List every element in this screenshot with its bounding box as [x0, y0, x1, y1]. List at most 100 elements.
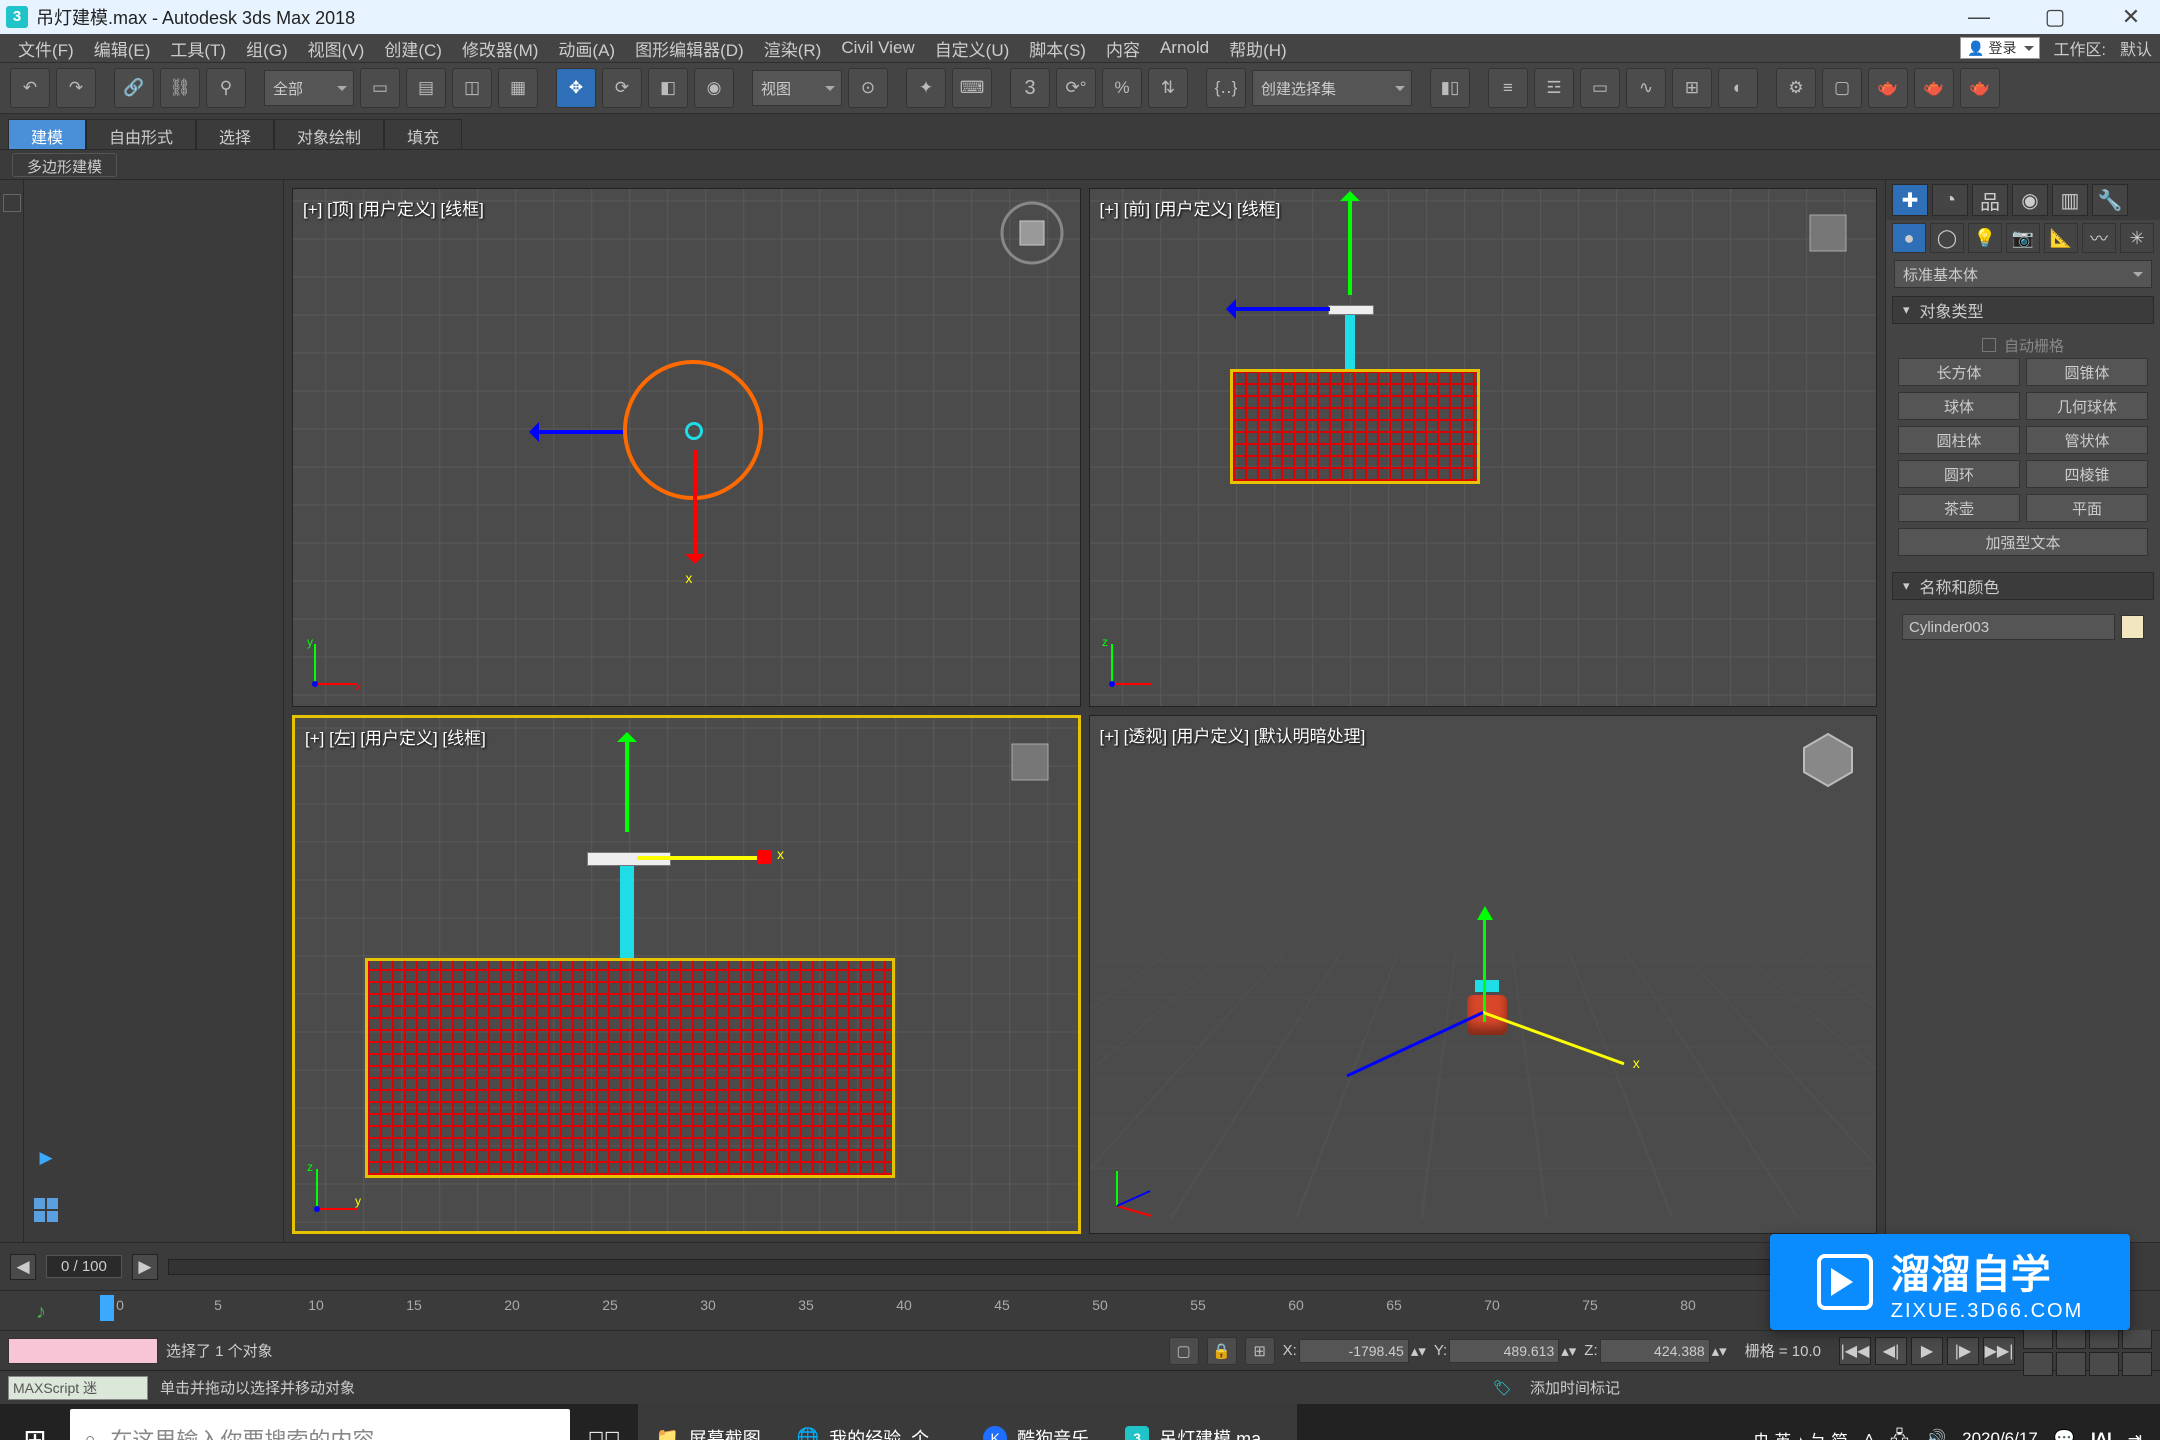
ref-coord-dropdown[interactable]: 视图	[752, 70, 842, 106]
ribbon-sub-polymodel[interactable]: 多边形建模	[12, 153, 117, 177]
menu-animation[interactable]: 动画(A)	[548, 34, 625, 63]
obj-box[interactable]: 长方体	[1898, 358, 2020, 386]
coord-y[interactable]: 489.613	[1449, 1339, 1559, 1363]
tab-create[interactable]: ✚	[1892, 184, 1928, 216]
nav-pan[interactable]	[2056, 1352, 2086, 1376]
cat-systems[interactable]: ✳	[2120, 223, 2154, 253]
task-explorer[interactable]: 📁屏幕截图	[638, 1404, 778, 1440]
bind-button[interactable]: ⚲	[206, 68, 246, 108]
undo-button[interactable]: ↶	[10, 68, 50, 108]
cat-helpers[interactable]: 📐	[2044, 223, 2078, 253]
ribbon-tab-populate[interactable]: 填充	[384, 119, 462, 149]
viewcube-icon[interactable]	[1796, 728, 1860, 792]
goto-end-button[interactable]: ▶▶|	[1983, 1337, 2015, 1365]
snap-toggle-button[interactable]: 3	[1010, 68, 1050, 108]
time-slider-track[interactable]	[168, 1259, 1880, 1275]
task-browser[interactable]: 🌐我的经验_个…	[779, 1404, 965, 1440]
selection-lock-icon[interactable]: 🔒	[1207, 1337, 1237, 1365]
play-button[interactable]: ▶	[1911, 1337, 1943, 1365]
goto-start-button[interactable]: |◀◀	[1839, 1337, 1871, 1365]
cat-spacewarps[interactable]: 〰	[2082, 223, 2116, 253]
tray-collapse-icon[interactable]: ⇥	[2128, 1429, 2142, 1440]
menu-help[interactable]: 帮助(H)	[1219, 34, 1297, 63]
viewport-layout-icon[interactable]	[32, 1196, 60, 1224]
viewport-left[interactable]: [+] [左] [用户定义] [线框] x zy	[292, 715, 1081, 1234]
menu-tools[interactable]: 工具(T)	[160, 34, 236, 63]
menu-custom[interactable]: 自定义(U)	[925, 34, 1020, 63]
maxscript-mini-listener[interactable]: MAXScript 迷	[8, 1376, 148, 1400]
start-button[interactable]: ⊞	[0, 1404, 70, 1440]
object-name-input[interactable]	[1902, 614, 2115, 640]
mini-curve-icon[interactable]: ♪	[36, 1301, 46, 1324]
ribbon-tab-modeling[interactable]: 建模	[8, 119, 86, 149]
window-crossing-button[interactable]: ▦	[498, 68, 538, 108]
scene-explorer-strip[interactable]: ▶	[24, 180, 284, 1242]
menu-graph[interactable]: 图形编辑器(D)	[625, 34, 754, 63]
tray-extra-icon[interactable]: IΛI	[2091, 1429, 2112, 1440]
coord-x[interactable]: -1798.45	[1299, 1339, 1409, 1363]
obj-teapot[interactable]: 茶壶	[1898, 494, 2020, 522]
next-frame-button[interactable]: |▶	[1947, 1337, 1979, 1365]
tab-modify[interactable]: ◔	[1932, 184, 1968, 216]
object-color-swatch[interactable]	[2121, 615, 2144, 639]
slider-next-button[interactable]: ▶	[132, 1254, 158, 1280]
nav-max-toggle[interactable]	[2122, 1352, 2152, 1376]
ribbon-tab-select[interactable]: 选择	[196, 119, 274, 149]
scale-button[interactable]: ◧	[648, 68, 688, 108]
layer-explorer-button[interactable]: ☲	[1534, 68, 1574, 108]
workspace-value[interactable]: 默认	[2120, 36, 2152, 60]
menu-civilview[interactable]: Civil View	[831, 36, 924, 60]
viewport-top[interactable]: [+] [顶] [用户定义] [线框] x yx	[292, 188, 1081, 707]
add-time-marker[interactable]: 添加时间标记	[1530, 1377, 1620, 1398]
time-tag-icon[interactable]: 🏷	[1493, 1379, 1512, 1397]
pivot-button[interactable]: ⊙	[848, 68, 888, 108]
coord-z[interactable]: 424.388	[1600, 1339, 1710, 1363]
nav-field-of-view[interactable]	[2023, 1352, 2053, 1376]
slider-prev-button[interactable]: ◀	[10, 1254, 36, 1280]
viewcube-icon[interactable]	[998, 730, 1062, 794]
percent-snap-button[interactable]: %	[1102, 68, 1142, 108]
ribbon-tab-freeform[interactable]: 自由形式	[86, 119, 196, 149]
obj-tube[interactable]: 管状体	[2026, 426, 2148, 454]
select-region-button[interactable]: ◫	[452, 68, 492, 108]
viewcube-icon[interactable]	[1796, 201, 1860, 265]
unlink-button[interactable]: ⛓	[160, 68, 200, 108]
toggle-ribbon-button[interactable]: ▭	[1580, 68, 1620, 108]
tab-display[interactable]: ▥	[2052, 184, 2088, 216]
obj-torus[interactable]: 圆环	[1898, 460, 2020, 488]
menu-edit[interactable]: 编辑(E)	[84, 34, 161, 63]
obj-sphere[interactable]: 球体	[1898, 392, 2020, 420]
menu-script[interactable]: 脚本(S)	[1019, 34, 1096, 63]
obj-cylinder[interactable]: 圆柱体	[1898, 426, 2020, 454]
render-activeshade-button[interactable]: 🫖	[1960, 68, 2000, 108]
login-dropdown[interactable]: 👤登录	[1960, 37, 2039, 59]
angle-snap-button[interactable]: ⟳°	[1056, 68, 1096, 108]
material-editor-button[interactable]: ◐	[1718, 68, 1758, 108]
menu-render[interactable]: 渲染(R)	[754, 34, 832, 63]
move-button[interactable]: ✥	[556, 68, 596, 108]
cat-lights[interactable]: 💡	[1968, 223, 2002, 253]
link-button[interactable]: 🔗	[114, 68, 154, 108]
close-button[interactable]: ✕	[2108, 4, 2154, 30]
menu-arnold[interactable]: Arnold	[1150, 36, 1219, 60]
tray-ime[interactable]: 央 英 ♪ ㄅ 简	[1753, 1427, 1848, 1440]
cat-shapes[interactable]: ◯	[1930, 223, 1964, 253]
nav-orbit[interactable]	[2089, 1352, 2119, 1376]
tray-date[interactable]: 2020/6/17	[1962, 1429, 2038, 1440]
menu-view[interactable]: 视图(V)	[298, 34, 375, 63]
tray-up-icon[interactable]: ˄	[1864, 1429, 1874, 1440]
select-object-button[interactable]: ▭	[360, 68, 400, 108]
prev-frame-button[interactable]: ◀|	[1875, 1337, 1907, 1365]
primitive-category-dropdown[interactable]: 标准基本体	[1894, 260, 2152, 288]
obj-geosphere[interactable]: 几何球体	[2026, 392, 2148, 420]
frame-label[interactable]: 0 / 100	[46, 1255, 122, 1278]
rollup-header-object-type[interactable]: 对象类型	[1892, 296, 2154, 324]
edit-selection-set-button[interactable]: {‥}	[1206, 68, 1246, 108]
auto-grid-checkbox[interactable]: 自动栅格	[1898, 332, 2148, 358]
task-3dsmax[interactable]: 3吊灯建模.ma…	[1107, 1404, 1297, 1440]
taskbar-search[interactable]: ⌕ 在这里输入你要搜索的内容	[70, 1409, 570, 1440]
mirror-button[interactable]: ▮▯	[1430, 68, 1470, 108]
placement-button[interactable]: ◉	[694, 68, 734, 108]
rollup-header-name-color[interactable]: 名称和颜色	[1892, 572, 2154, 600]
play-icon[interactable]: ▶	[32, 1144, 60, 1172]
